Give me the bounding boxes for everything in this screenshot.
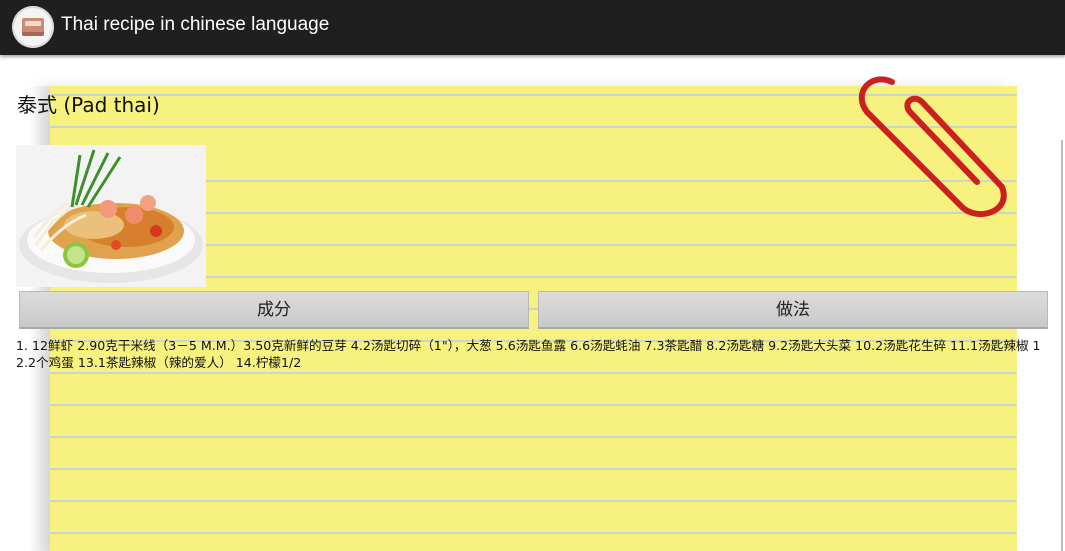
scroll-edge [1061,140,1063,551]
pad-thai-photo [16,145,206,287]
paperclip-icon [858,76,1007,218]
ingredients-list: 1. 12鲜虾 2.90克干米线（3－5 M.M.）3.50克新鲜的豆芽 4.2… [16,338,1041,370]
app-screen: Thai recipe in chinese language 泰式 (Pad … [0,0,1065,551]
tab-ingredients[interactable]: 成分 [19,291,529,329]
recipe-book-icon[interactable] [12,6,54,48]
app-title: Thai recipe in chinese language [61,14,330,35]
recipe-title: 泰式 (Pad thai) [17,93,160,117]
tab-method[interactable]: 做法 [538,291,1048,329]
action-bar: Thai recipe in chinese language [0,0,1065,55]
